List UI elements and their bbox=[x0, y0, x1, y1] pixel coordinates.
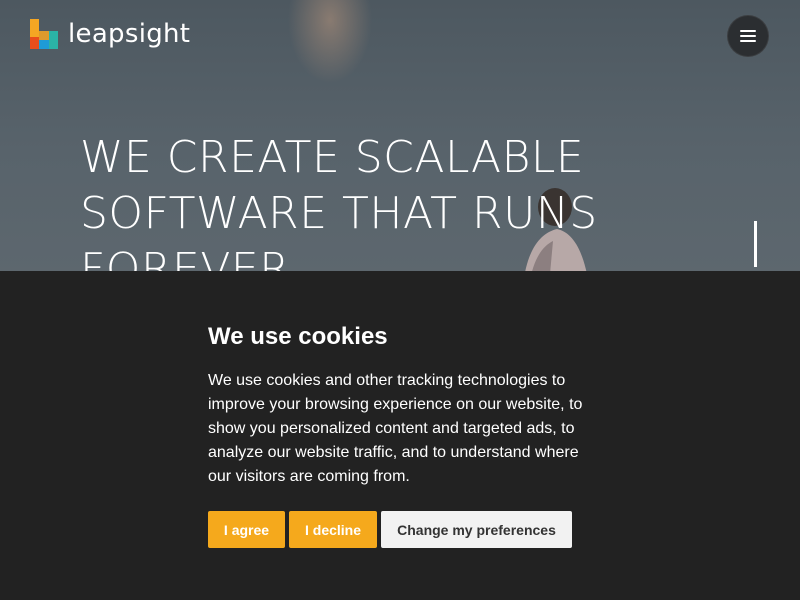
headline-line-2: SOFTWARE THAT RUNS bbox=[80, 188, 598, 239]
cookie-actions: I agree I decline Change my preferences bbox=[208, 511, 572, 548]
site-logo[interactable]: leapsight bbox=[30, 18, 190, 50]
page: leapsight WE CREATE SCALABLE SOFTWARE TH… bbox=[0, 0, 800, 600]
agree-button[interactable]: I agree bbox=[208, 511, 285, 548]
cookie-title: We use cookies bbox=[208, 323, 388, 350]
decline-button[interactable]: I decline bbox=[289, 511, 377, 548]
hamburger-menu-icon bbox=[740, 30, 756, 42]
scroll-indicator bbox=[754, 221, 757, 267]
logo-text: leapsight bbox=[68, 19, 191, 49]
menu-button[interactable] bbox=[727, 15, 769, 57]
leapsight-logo-icon bbox=[30, 19, 58, 49]
cookie-content: We use cookies We use cookies and other … bbox=[208, 321, 588, 548]
change-preferences-button[interactable]: Change my preferences bbox=[381, 511, 572, 548]
headline-line-1: WE CREATE SCALABLE bbox=[80, 132, 585, 183]
cookie-consent-banner: We use cookies We use cookies and other … bbox=[0, 271, 800, 600]
cookie-description: We use cookies and other tracking techno… bbox=[208, 372, 583, 485]
